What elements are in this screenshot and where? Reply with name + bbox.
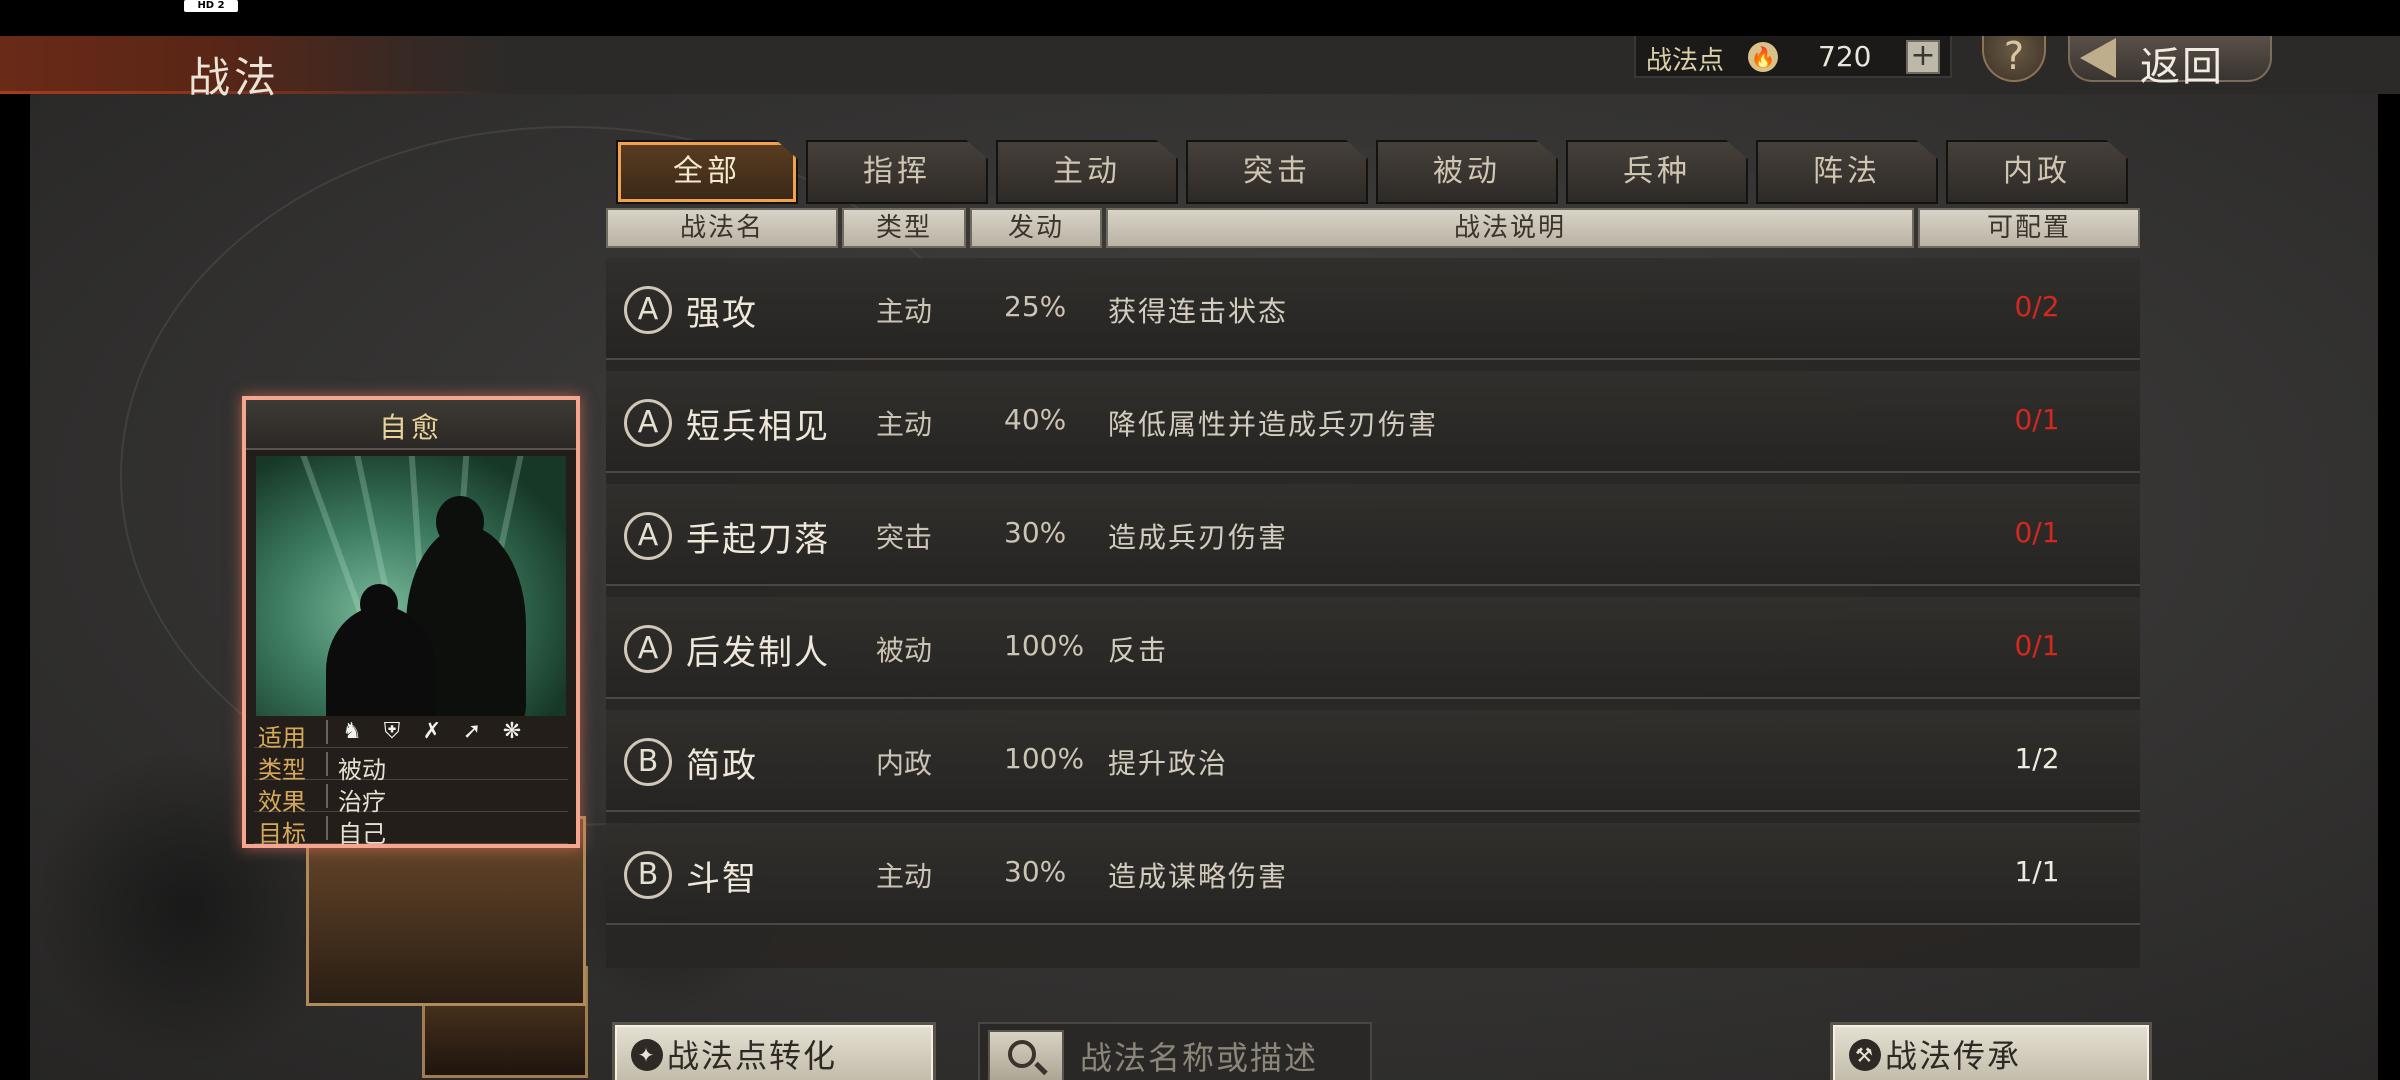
skill-type: 主动 <box>876 295 933 328</box>
tab-4[interactable]: 被动 <box>1376 140 1558 204</box>
help-button[interactable]: ? <box>1982 36 2046 82</box>
column-header: 战法名 类型 发动 战法说明 可配置 <box>606 208 2140 248</box>
skill-description: 造成兵刃伤害 <box>1108 521 1289 554</box>
skill-config-count: 0/1 <box>2014 403 2060 436</box>
card-effect-row: 效果 治疗 <box>254 780 568 816</box>
skill-description: 提升政治 <box>1108 747 1229 780</box>
card-type-row: 类型 被动 <box>254 748 568 784</box>
skill-grade-badge: A <box>624 286 672 334</box>
game-stage: 战法 战法点 🔥 720 + ? 返回 全部 指挥 主动 突击 被动 兵种 阵法 内政 战法名… <box>0 36 2400 1080</box>
back-label: 返回 <box>2140 44 2224 90</box>
skill-grade-badge: B <box>624 851 672 899</box>
skill-trigger-rate: 30% <box>1004 855 1067 888</box>
shield-icon: ⛨ <box>383 719 401 744</box>
card-title: 自愈 <box>378 411 443 444</box>
selected-skill-card[interactable]: 自愈 适用 ♞ ⛨ ✗ ➚ ❋ 类型 被动 效果 治疗 目标 自己 <box>242 396 580 848</box>
skill-list[interactable]: A 强攻 主动 25% 获得连击状态 0/2 A 短兵相见 主动 40% 降低属性并造成兵刃伤害 0/… <box>606 258 2140 968</box>
card-target-row: 目标 自己 <box>254 812 568 848</box>
skill-type: 主动 <box>876 408 933 441</box>
top-header: 战法 战法点 🔥 720 + ? 返回 <box>0 36 2400 102</box>
skill-points-label: 战法点 <box>1646 46 1725 76</box>
skill-type: 内政 <box>876 747 933 780</box>
skill-description: 造成谋略伤害 <box>1108 860 1289 893</box>
skill-name: 斗智 <box>686 859 758 899</box>
flame-icon: ✦ <box>631 1039 663 1071</box>
tab-1[interactable]: 指挥 <box>806 140 988 204</box>
skill-name: 强攻 <box>686 294 758 334</box>
bow-icon: ✗ <box>422 719 442 744</box>
skill-grade-badge: A <box>624 512 672 560</box>
card-title-bar: 自愈 <box>246 400 576 450</box>
unit-icons: ♞ ⛨ ✗ ➚ ❋ <box>338 718 526 746</box>
back-button[interactable]: 返回 <box>2068 36 2272 90</box>
skill-description: 获得连击状态 <box>1108 295 1289 328</box>
skill-grade-badge: B <box>624 738 672 786</box>
column-configurable[interactable]: 可配置 <box>1918 208 2140 248</box>
column-skill-name[interactable]: 战法名 <box>606 208 838 248</box>
skill-row[interactable]: B 斗智 主动 30% 造成谋略伤害 1/1 <box>606 823 2140 925</box>
search-box <box>978 1022 1372 1080</box>
skill-config-count: 0/1 <box>2014 516 2060 549</box>
search-icon <box>1008 1040 1036 1068</box>
add-points-button[interactable]: + <box>1906 40 1940 74</box>
wheel-icon: ❋ <box>502 719 522 744</box>
status-bar: HD 2 <box>0 0 2400 36</box>
skill-name: 手起刀落 <box>686 520 830 560</box>
card-illustration <box>256 456 566 716</box>
skill-description: 降低属性并造成兵刃伤害 <box>1108 408 1439 441</box>
spear-icon: ➚ <box>462 719 482 744</box>
flame-icon: 🔥 <box>1748 42 1778 72</box>
skill-config-count: 0/2 <box>2014 290 2060 323</box>
skill-trigger-rate: 25% <box>1004 290 1067 323</box>
skill-name: 短兵相见 <box>686 407 830 447</box>
search-button[interactable] <box>988 1030 1064 1080</box>
tab-7[interactable]: 内政 <box>1946 140 2128 204</box>
skill-description: 反击 <box>1108 634 1169 667</box>
skill-row[interactable]: A 后发制人 被动 100% 反击 0/1 <box>606 597 2140 699</box>
skill-config-count: 1/1 <box>2014 855 2060 888</box>
convert-points-button[interactable]: ✦ 战法点转化 <box>612 1022 936 1080</box>
tab-5[interactable]: 兵种 <box>1566 140 1748 204</box>
skill-name: 简政 <box>686 746 758 786</box>
tab-2[interactable]: 主动 <box>996 140 1178 204</box>
skill-row[interactable]: B 简政 内政 100% 提升政治 1/2 <box>606 710 2140 812</box>
tab-3[interactable]: 突击 <box>1186 140 1368 204</box>
tab-6[interactable]: 阵法 <box>1756 140 1938 204</box>
hammer-icon: ⚒ <box>1849 1039 1881 1071</box>
tab-0[interactable]: 全部 <box>616 140 798 204</box>
skill-points-value: 720 <box>1818 40 1872 73</box>
card-info: 适用 ♞ ⛨ ✗ ➚ ❋ 类型 被动 效果 治疗 目标 自己 <box>254 716 568 848</box>
skill-points-panel: 战法点 🔥 720 + <box>1634 36 1952 78</box>
skill-config-count: 1/2 <box>2014 742 2060 775</box>
skill-trigger-rate: 30% <box>1004 516 1067 549</box>
inherit-skill-button[interactable]: ⚒ 战法传承 <box>1830 1022 2152 1080</box>
search-input[interactable] <box>1080 1032 1364 1080</box>
cavalry-icon: ♞ <box>342 719 362 744</box>
skill-type: 主动 <box>876 860 933 893</box>
skill-type: 突击 <box>876 521 933 554</box>
skill-config-count: 0/1 <box>2014 629 2060 662</box>
skill-grade-badge: A <box>624 399 672 447</box>
back-arrow-icon <box>2080 38 2116 78</box>
skill-type: 被动 <box>876 634 933 667</box>
skill-row[interactable]: A 手起刀落 突击 30% 造成兵刃伤害 0/1 <box>606 484 2140 586</box>
skill-row[interactable]: A 强攻 主动 25% 获得连击状态 0/2 <box>606 258 2140 360</box>
page-title: 战法 <box>188 53 281 102</box>
skill-trigger-rate: 100% <box>1004 742 1085 775</box>
skill-trigger-rate: 100% <box>1004 629 1085 662</box>
skill-row[interactable]: A 短兵相见 主动 40% 降低属性并造成兵刃伤害 0/1 <box>606 371 2140 473</box>
skill-grade-badge: A <box>624 625 672 673</box>
column-description: 战法说明 <box>1106 208 1914 248</box>
card-apply-row: 适用 ♞ ⛨ ✗ ➚ ❋ <box>254 716 568 752</box>
hd-badge: HD 2 <box>184 0 238 12</box>
skill-name: 后发制人 <box>686 633 830 673</box>
column-type[interactable]: 类型 <box>842 208 966 248</box>
skill-trigger-rate: 40% <box>1004 403 1067 436</box>
column-trigger-rate[interactable]: 发动 <box>970 208 1102 248</box>
